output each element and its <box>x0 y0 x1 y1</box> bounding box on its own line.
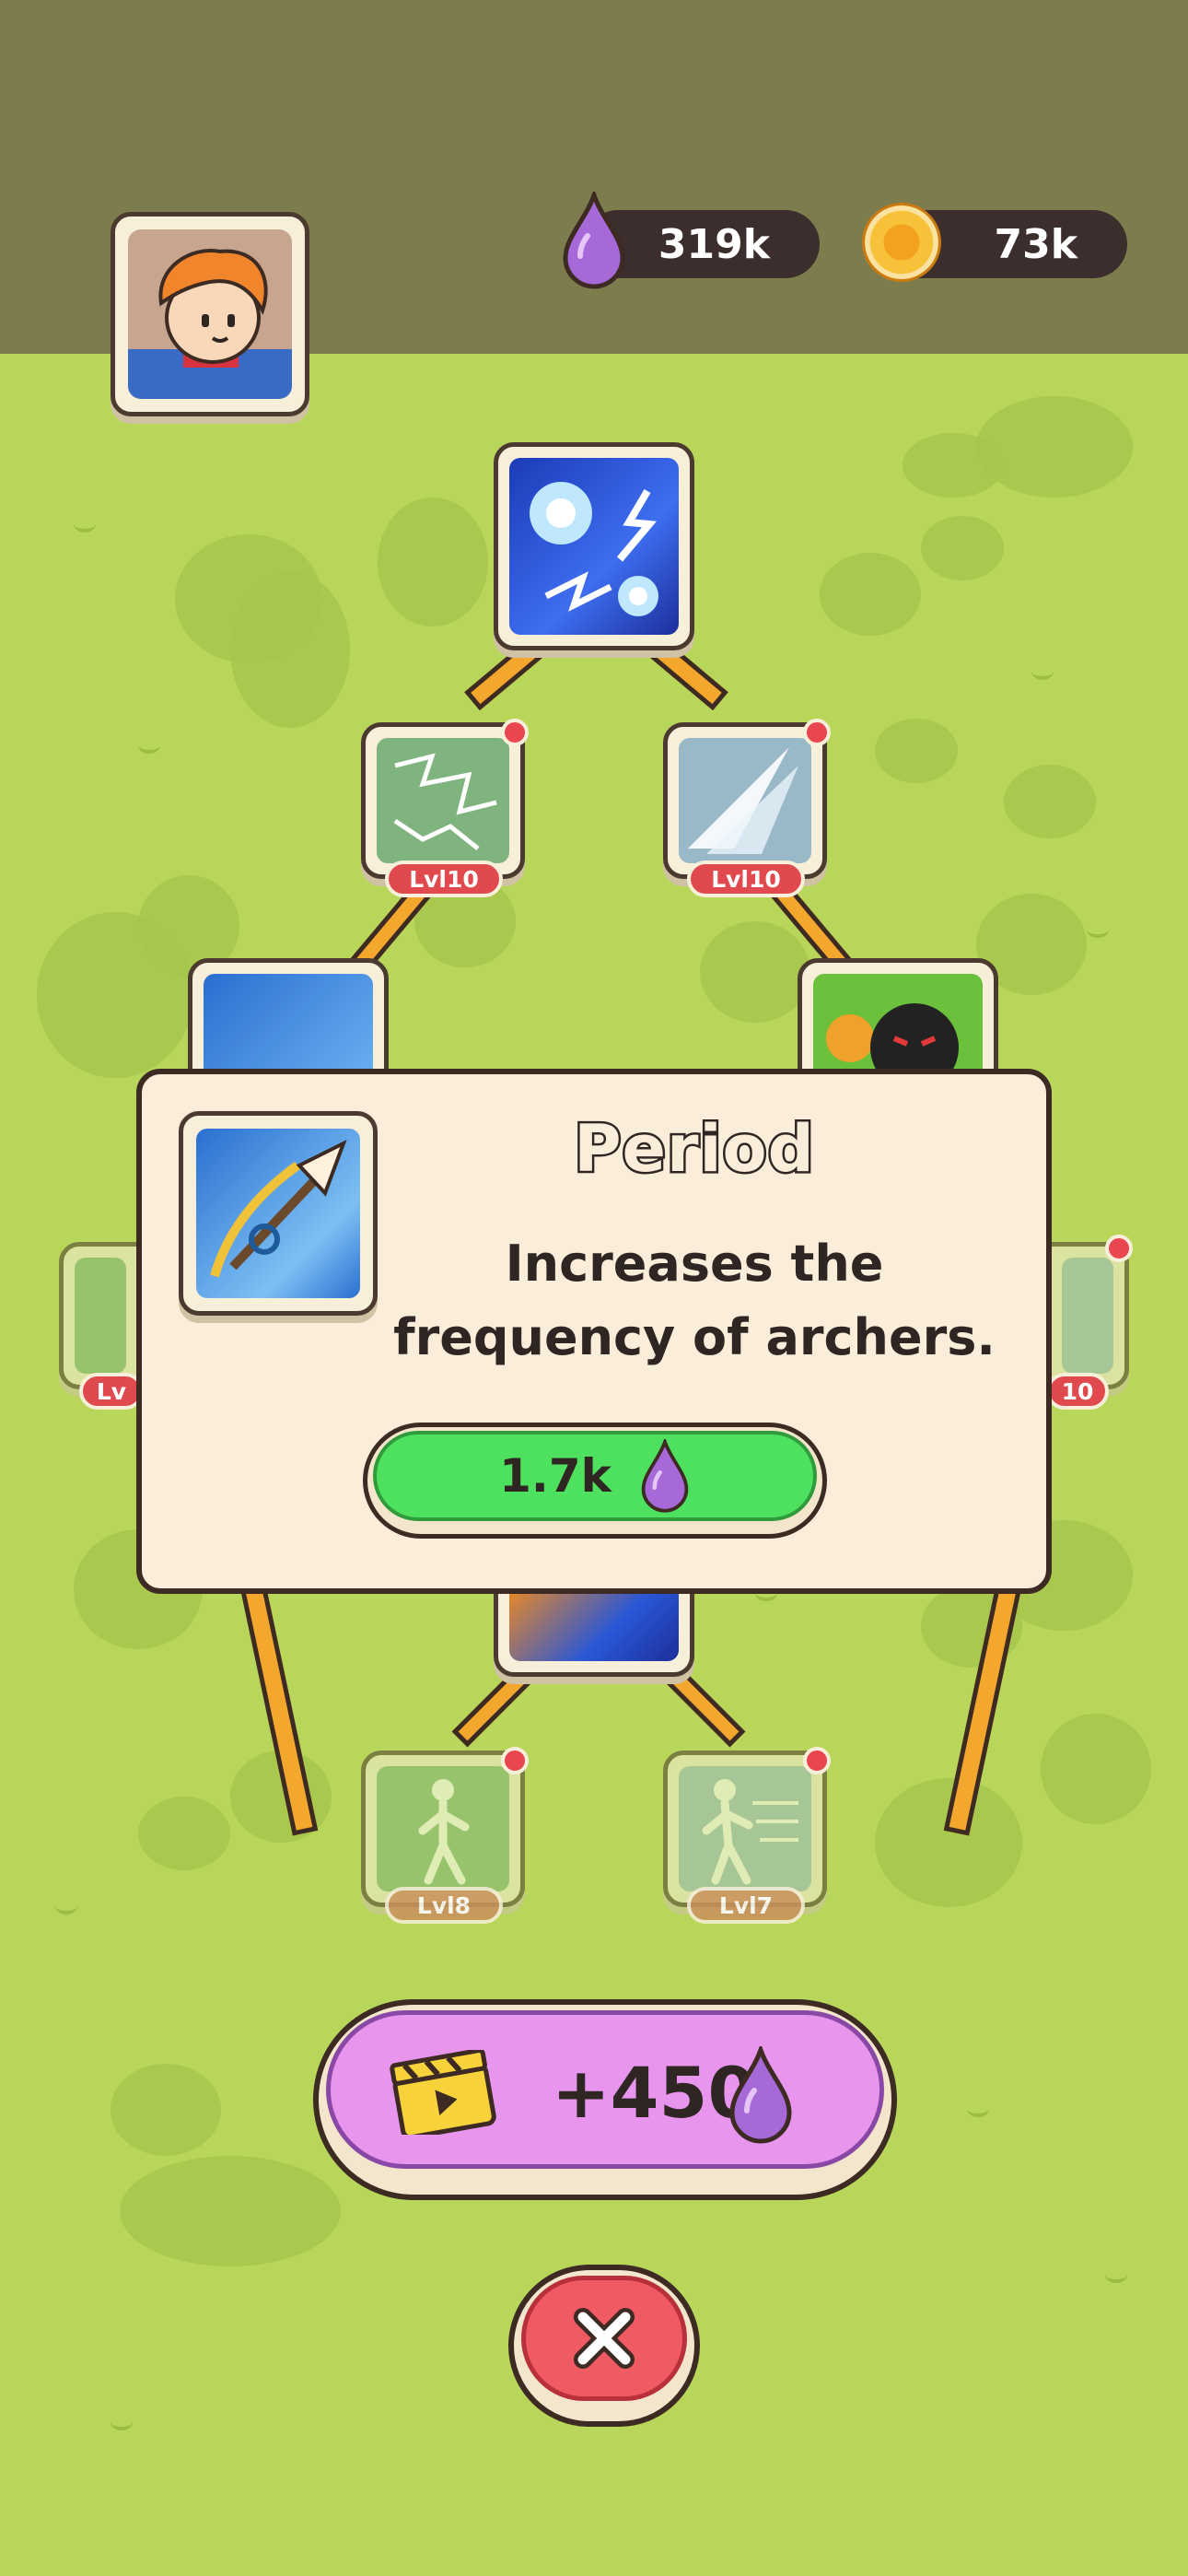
level-badge: Lvl10 <box>687 861 805 897</box>
upgrade-available-dot <box>501 719 529 746</box>
upgrade-available-dot <box>1105 1235 1133 1262</box>
arrow-bow-icon <box>210 1139 347 1278</box>
level-badge: Lv <box>79 1373 144 1410</box>
skill-description-line: Increases the <box>505 1235 884 1293</box>
watch-ad-reward-button[interactable]: +450 <box>313 1999 897 2200</box>
upgrade-available-dot <box>803 719 831 746</box>
close-icon <box>574 2308 635 2369</box>
dashing-figure-icon <box>702 1779 798 1885</box>
upgrade-cost: 1.7k <box>499 1449 611 1503</box>
level-badge: Lvl7 <box>687 1887 805 1924</box>
level-badge: 10 <box>1046 1373 1109 1410</box>
skill-node-left-edge[interactable] <box>59 1242 142 1389</box>
skill-node-lightning[interactable] <box>361 722 525 879</box>
chain-lightning-icon <box>393 753 497 850</box>
skill-description-line: frequency of archers. <box>393 1308 996 1366</box>
skill-description: Increases the frequency of archers. <box>390 1227 998 1375</box>
skill-node-dash-left[interactable] <box>361 1751 525 1907</box>
player-avatar[interactable] <box>111 212 309 416</box>
skill-node-claw[interactable] <box>663 722 827 879</box>
upgrade-available-dot <box>803 1747 831 1774</box>
video-clapper-icon <box>390 2050 496 2135</box>
reward-amount: +450 <box>552 2052 757 2134</box>
level-badge: Lvl8 <box>385 1887 503 1924</box>
coin-icon <box>862 203 941 282</box>
hero-portrait-icon <box>128 249 292 399</box>
skill-icon-frame <box>179 1111 378 1316</box>
energy-burst-icon <box>530 482 658 616</box>
skill-node-dash-right[interactable] <box>663 1751 827 1907</box>
dark-archer-icon <box>826 1003 959 1090</box>
skill-node-top[interactable] <box>494 442 694 650</box>
skill-title: Period <box>572 1109 817 1189</box>
close-button[interactable] <box>508 2265 700 2427</box>
elixir-drop-icon <box>563 192 625 289</box>
elixir-drop-icon <box>641 1439 689 1513</box>
skill-node-right-edge[interactable] <box>1046 1242 1129 1389</box>
claw-slash-icon <box>688 747 798 854</box>
skill-node-middle[interactable] <box>494 1585 694 1677</box>
running-figure-icon <box>418 1779 470 1885</box>
upgrade-button[interactable]: 1.7k <box>363 1423 827 1539</box>
level-badge: Lvl10 <box>385 861 503 897</box>
skill-detail-popup: Period Increases the frequency of archer… <box>136 1069 1052 1594</box>
elixir-drop-icon <box>729 2046 792 2144</box>
upgrade-available-dot <box>501 1747 529 1774</box>
